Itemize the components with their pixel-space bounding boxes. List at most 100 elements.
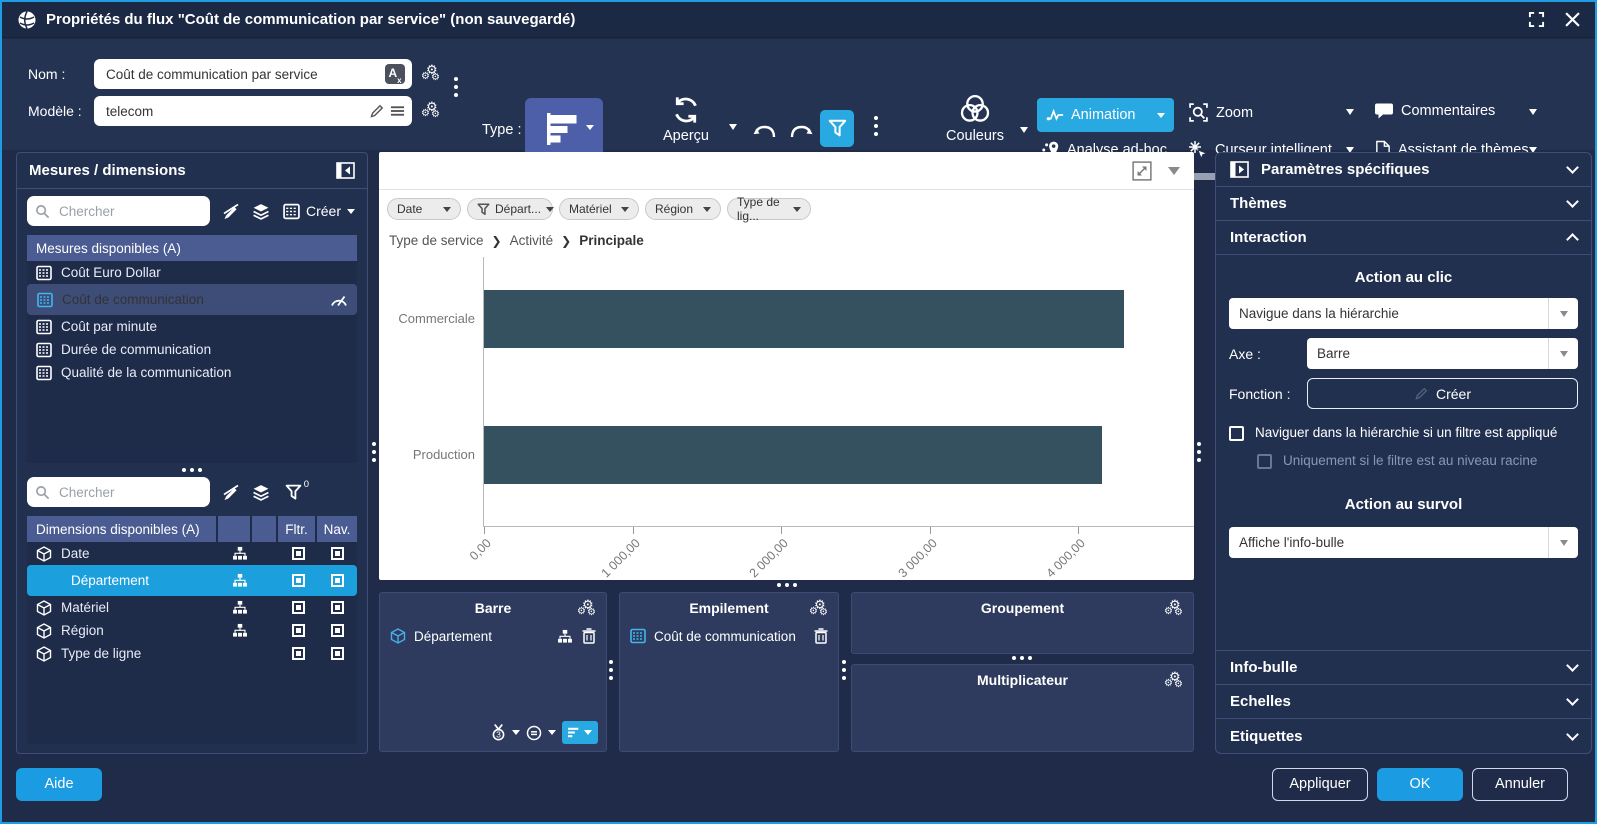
preview-button[interactable]: Aperçu	[648, 95, 724, 144]
hover-action-select[interactable]: Affiche l'info-bulle	[1229, 527, 1578, 558]
gear-icon[interactable]: ⚙⚙⚙	[577, 598, 597, 620]
dimension-filter-pill[interactable]: Région	[645, 198, 721, 220]
dimension-row[interactable]: Région	[27, 619, 357, 642]
expand-chart-icon[interactable]	[1132, 161, 1152, 181]
dimension-row[interactable]: Date	[27, 542, 357, 565]
section-scales[interactable]: Echelles	[1216, 685, 1591, 719]
gear-icon[interactable]: ⚙⚙⚙	[809, 598, 829, 620]
apply-button[interactable]: Appliquer	[1272, 768, 1368, 801]
dimensions-search[interactable]	[27, 477, 210, 507]
chart-left-splitter[interactable]	[372, 442, 376, 462]
flow-name-field[interactable]: Ax	[94, 59, 412, 89]
axis-select[interactable]: Barre	[1307, 338, 1578, 369]
layers-icon[interactable]	[252, 484, 270, 501]
chart-menu-icon[interactable]	[1168, 167, 1180, 175]
comments-button[interactable]: Commentaires	[1374, 102, 1495, 120]
dimension-filter-pill[interactable]: Matériel	[559, 198, 639, 220]
chart-bottom-splitter[interactable]	[777, 583, 797, 587]
nav-checkbox[interactable]	[331, 547, 344, 560]
chart-bar[interactable]	[484, 426, 1102, 484]
panel-splitter[interactable]	[1012, 656, 1032, 660]
measure-row[interactable]: Coût Euro Dollar	[27, 261, 357, 284]
create-measure-button[interactable]: Créer	[283, 203, 355, 220]
dimension-filter-pill[interactable]: Départ...	[467, 198, 553, 220]
colors-button[interactable]: Couleurs	[935, 93, 1015, 144]
comments-dropdown-icon[interactable]	[1529, 109, 1537, 115]
panel-splitter[interactable]	[609, 660, 613, 680]
breadcrumb-item[interactable]: Principale	[579, 233, 644, 248]
bar-axis-item[interactable]: Département	[380, 623, 606, 649]
rank-medal-icon[interactable]: 3	[491, 724, 506, 741]
name-gears-icon[interactable]: ⚙⚙⚙	[421, 63, 441, 85]
gear-icon[interactable]: ⚙⚙⚙	[1164, 670, 1184, 692]
chart-right-splitter[interactable]	[1197, 442, 1201, 462]
dimensions-search-input[interactable]	[57, 484, 202, 501]
rank-dropdown-icon[interactable]	[512, 730, 520, 735]
measures-search-input[interactable]	[57, 203, 202, 220]
help-button[interactable]: Aide	[16, 768, 102, 801]
cancel-button[interactable]: Annuler	[1472, 768, 1568, 801]
zoom-dropdown-icon[interactable]	[1346, 109, 1354, 115]
dimension-row[interactable]: Matériel	[27, 596, 357, 619]
edit-pencil-icon[interactable]	[369, 103, 385, 119]
hierarchy-icon[interactable]	[224, 623, 256, 638]
translate-icon[interactable]: Ax	[385, 64, 405, 84]
click-action-select[interactable]: Navigue dans la hiérarchie	[1229, 298, 1578, 329]
filter-count-icon[interactable]: 0	[285, 484, 302, 501]
layers-icon[interactable]	[252, 203, 270, 220]
navigate-if-filter-checkbox[interactable]	[1229, 426, 1244, 441]
nav-checkbox[interactable]	[331, 574, 344, 587]
trash-icon[interactable]	[582, 628, 596, 644]
hierarchy-icon[interactable]	[224, 546, 256, 561]
model-menu-icon[interactable]	[390, 105, 405, 117]
section-themes[interactable]: Thèmes	[1216, 187, 1591, 221]
measure-row[interactable]: Durée de communication	[27, 338, 357, 361]
filter-button[interactable]	[820, 110, 854, 147]
model-gears-icon[interactable]: ⚙⚙⚙	[421, 100, 441, 122]
breadcrumb-item[interactable]: Activité	[510, 233, 554, 248]
model-field[interactable]	[94, 96, 412, 126]
filter-checkbox[interactable]	[292, 547, 305, 560]
measure-row[interactable]: Coût de communication	[27, 284, 357, 315]
ok-button[interactable]: OK	[1377, 768, 1463, 801]
section-labels[interactable]: Etiquettes	[1216, 719, 1591, 753]
chart-type-button[interactable]	[525, 98, 603, 159]
measures-search[interactable]	[27, 196, 210, 226]
zoom-button[interactable]: Zoom	[1188, 102, 1253, 123]
plot-area[interactable]: CommercialeProduction0,001 000,002 000,0…	[483, 257, 1194, 527]
aggregate-icon[interactable]	[526, 725, 542, 741]
preview-dropdown-icon[interactable]	[729, 124, 737, 130]
colors-dropdown-icon[interactable]	[1020, 127, 1028, 133]
filter-checkbox[interactable]	[292, 574, 305, 587]
section-specific-parameters[interactable]: Paramètres spécifiques	[1216, 153, 1591, 187]
collapse-panel-icon[interactable]	[336, 162, 355, 179]
hide-items-icon[interactable]	[221, 203, 241, 219]
create-function-button[interactable]: Créer	[1307, 378, 1578, 409]
panel-splitter[interactable]	[842, 660, 846, 680]
filter-checkbox[interactable]	[292, 601, 305, 614]
dimension-filter-pill[interactable]: Date	[387, 198, 461, 220]
hierarchy-icon[interactable]	[557, 629, 573, 644]
sort-button[interactable]	[562, 721, 598, 744]
toolbar-grip[interactable]	[454, 77, 458, 97]
flow-name-input[interactable]	[104, 66, 380, 83]
measure-row[interactable]: Coût par minute	[27, 315, 357, 338]
trash-icon[interactable]	[814, 628, 828, 644]
section-tooltip[interactable]: Info-bulle	[1216, 651, 1591, 685]
section-interaction[interactable]: Interaction	[1216, 221, 1591, 255]
dimension-row[interactable]: Type de ligne	[27, 642, 357, 665]
gear-icon[interactable]: ⚙⚙⚙	[1164, 598, 1184, 620]
hide-items-icon[interactable]	[221, 484, 241, 500]
nav-checkbox[interactable]	[331, 601, 344, 614]
only-root-filter-checkbox[interactable]	[1257, 454, 1272, 469]
filter-checkbox[interactable]	[292, 647, 305, 660]
aggregate-dropdown-icon[interactable]	[548, 730, 556, 735]
dimension-filter-pill[interactable]: Type de lig...	[727, 198, 811, 220]
breadcrumb-item[interactable]: Type de service	[389, 233, 484, 248]
dimension-row[interactable]: Département	[27, 565, 357, 596]
panel-splitter-handle[interactable]	[182, 468, 202, 472]
model-input[interactable]	[104, 103, 364, 120]
stack-axis-item[interactable]: Coût de communication	[620, 623, 838, 649]
chart-bar[interactable]	[484, 290, 1124, 348]
toolbar-grip[interactable]	[874, 116, 878, 136]
